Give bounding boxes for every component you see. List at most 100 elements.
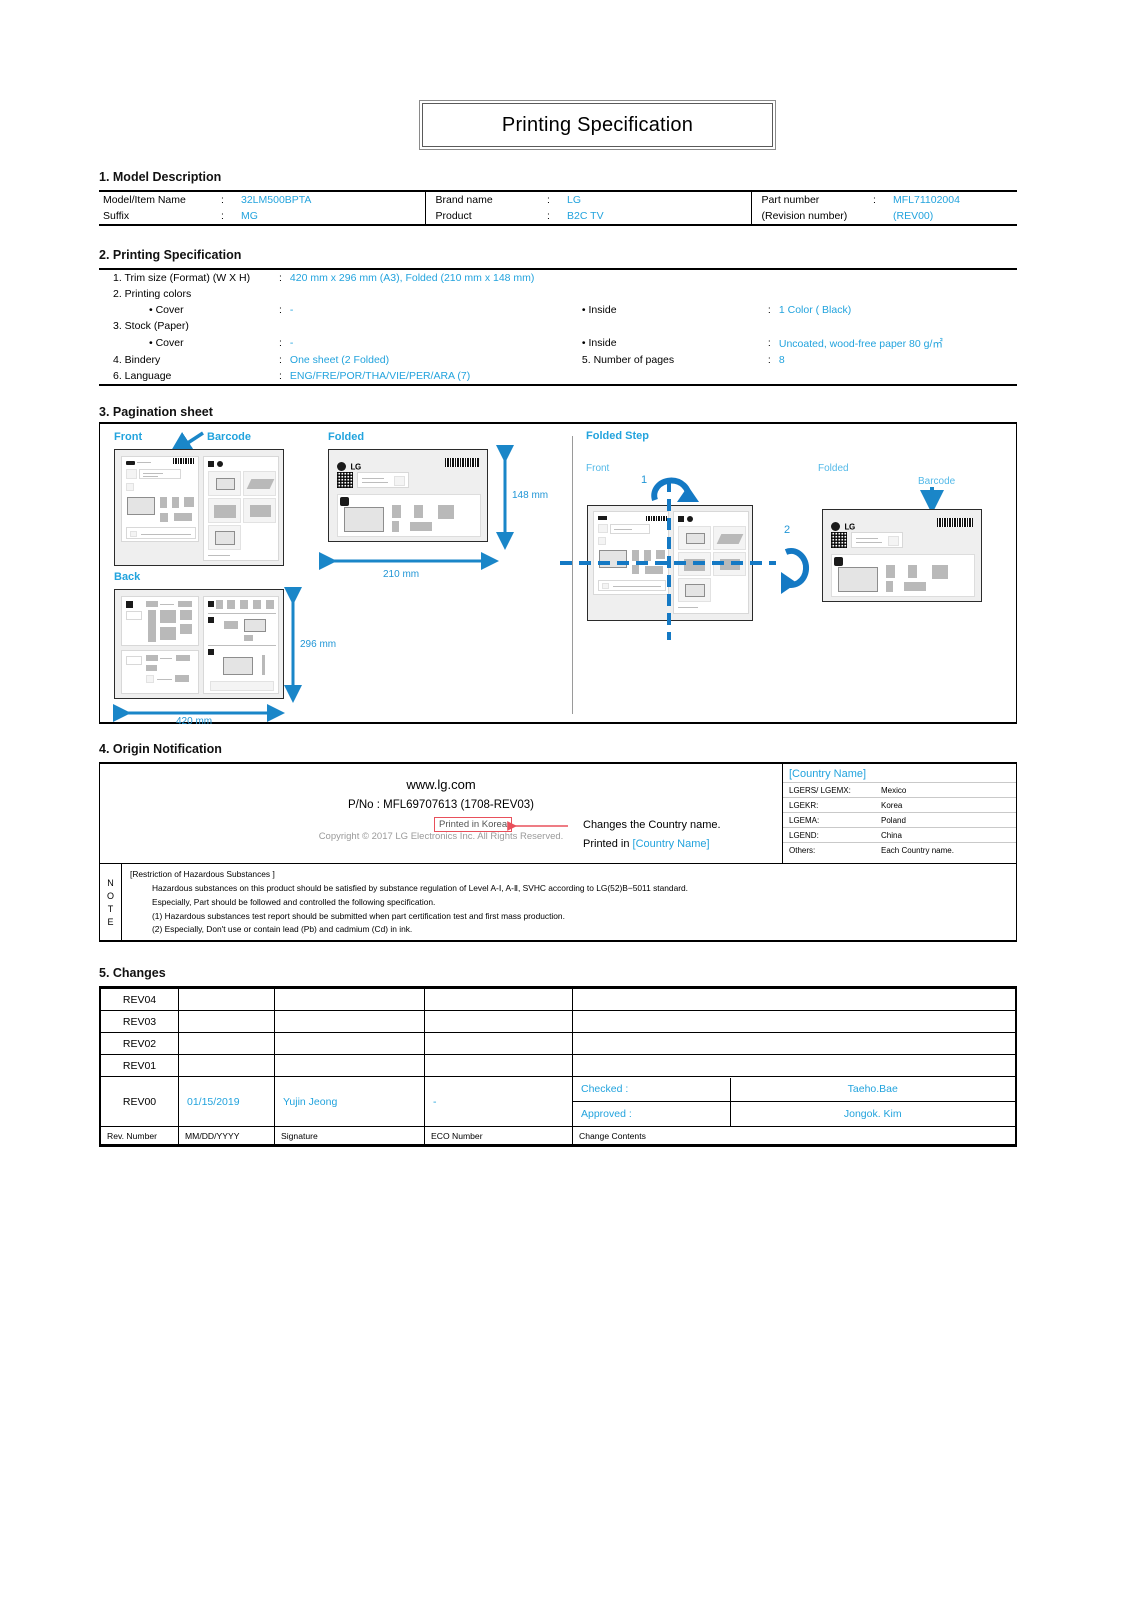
footer-date: MM/DD/YYYY: [178, 1126, 275, 1145]
note-title: [Restriction of Hazardous Substances ]: [130, 869, 275, 879]
printing-specification-page: Printing Specification 1. Model Descript…: [0, 0, 1132, 1601]
bindery-sep: :: [279, 354, 282, 366]
table-row: 3. Stock (Paper): [99, 318, 1017, 334]
table-row: REV03: [100, 1010, 1016, 1033]
rev00-signature: Yujin Jeong: [274, 1076, 425, 1127]
country-key: LGERS/ LGEMX:: [789, 785, 851, 795]
rev-label: REV03: [100, 1010, 179, 1033]
pages-value: 8: [778, 354, 785, 366]
table-row: Suffix : MG Product : B2C TV (Revision n…: [99, 208, 1017, 224]
rev-signature: [274, 1054, 425, 1077]
origin-notification-panel: www.lg.com P/No : MFL69707613 (1708-REV0…: [99, 762, 1017, 942]
table-row: • Cover : - • Inside : Uncoated, wood-fr…: [99, 334, 1017, 352]
brand-name-label: Brand name: [435, 194, 493, 206]
approved-row: Approved : Jongok. Kim: [573, 1101, 1015, 1126]
table-row: 4. Bindery : One sheet (2 Folded) 5. Num…: [99, 352, 1017, 368]
printed-in-country-note: Printed in [Country Name]: [583, 838, 710, 850]
brand-name-sep: :: [547, 194, 550, 206]
note-line: Hazardous substances on this product sho…: [152, 882, 688, 893]
section-1-heading: 1. Model Description: [99, 170, 222, 184]
origin-sample-artwork: www.lg.com P/No : MFL69707613 (1708-REV0…: [100, 764, 783, 863]
suffix-label: Suffix: [103, 210, 130, 222]
change-country-note: Changes the Country name.: [583, 819, 721, 831]
rev-date: [178, 1032, 275, 1055]
pages-sep: :: [767, 354, 771, 366]
rev00-eco: -: [424, 1076, 573, 1127]
bindery-label: 4. Bindery: [113, 354, 161, 366]
rev00-date: 01/15/2019: [178, 1076, 275, 1127]
rev-label: REV02: [100, 1032, 179, 1055]
approved-label: Approved :: [573, 1101, 731, 1126]
approved-value: Jongok. Kim: [843, 1107, 902, 1120]
colors-inside-sep: :: [767, 304, 771, 316]
stock-cover-sep: :: [279, 337, 282, 349]
country-name-title: [Country Name]: [789, 768, 867, 780]
rev-contents: [572, 1032, 1016, 1055]
rev-eco: [424, 1054, 573, 1077]
note-line: Especially, Part should be followed and …: [152, 896, 436, 907]
stock-inside-label: • Inside: [581, 337, 617, 349]
note-content: [Restriction of Hazardous Substances ] H…: [122, 864, 1016, 942]
table-row: LGERS/ LGEMX: Mexico: [783, 782, 1016, 797]
printing-specification-table: 1. Trim size (Format) (W X H) : 420 mm x…: [99, 268, 1017, 386]
rev00-approvals: Checked : Taeho.Bae Approved : Jongok. K…: [572, 1076, 1016, 1127]
country-key: LGEMA:: [789, 815, 820, 825]
table-row: REV04: [100, 988, 1016, 1011]
changes-table: REV04 REV03 REV02 REV01 REV00 01/15/2019…: [99, 986, 1017, 1147]
document-title-box: Printing Specification: [419, 100, 776, 150]
checked-row: Checked : Taeho.Bae: [573, 1077, 1015, 1102]
colors-cover-label: • Cover: [149, 304, 184, 316]
printed-in-prefix: Printed in: [583, 838, 633, 850]
note-line: (1) Hazardous substances test report sho…: [152, 910, 565, 921]
country-value: Poland: [881, 815, 906, 825]
rev-signature: [274, 988, 425, 1011]
qr-code-step-icon: [831, 532, 847, 548]
rev-eco: [424, 1010, 573, 1033]
colors-inside-value: 1 Color ( Black): [778, 304, 852, 316]
table-row: LGEKR: Korea: [783, 797, 1016, 812]
rev-label: REV04: [100, 988, 179, 1011]
revision-number-label: (Revision number): [761, 210, 848, 222]
footer-contents: Change Contents: [572, 1126, 1016, 1145]
rev-signature: [274, 1010, 425, 1033]
model-name-sep: :: [221, 194, 224, 206]
origin-top-row: www.lg.com P/No : MFL69707613 (1708-REV0…: [100, 764, 1016, 864]
table-row-rev00: REV00 01/15/2019 Yujin Jeong - Checked :…: [100, 1076, 1016, 1127]
product-sep: :: [547, 210, 550, 222]
model-description-table: Model/Item Name : 32LM500BPTA Brand name…: [99, 190, 1017, 226]
product-value: B2C TV: [563, 208, 752, 224]
table-row: REV01: [100, 1054, 1016, 1077]
revision-number-value: (REV00): [893, 210, 934, 222]
suffix-sep: :: [221, 210, 224, 222]
checked-label: Checked :: [573, 1077, 731, 1102]
colors-cover-sep: :: [279, 304, 282, 316]
section-4-heading: 4. Origin Notification: [99, 742, 222, 756]
language-label: 6. Language: [113, 370, 172, 382]
rev-date: [178, 988, 275, 1011]
rev-date: [178, 1010, 275, 1033]
checked-value: Taeho.Bae: [730, 1077, 1015, 1102]
country-key: LGEKR:: [789, 800, 819, 810]
country-name-placeholder: [Country Name]: [632, 838, 710, 850]
printing-colors-label: 2. Printing colors: [113, 288, 192, 300]
language-value: ENG/FRE/POR/THA/VIE/PER/ARA (7): [289, 370, 471, 382]
step-folded-thumbnail: LG: [822, 509, 982, 602]
rev-contents: [572, 988, 1016, 1011]
stock-paper-label: 3. Stock (Paper): [113, 320, 189, 332]
stock-cover-value: -: [289, 337, 294, 349]
suffix-value: MG: [237, 208, 426, 224]
rev-eco: [424, 988, 573, 1011]
product-label: Product: [435, 210, 472, 222]
stock-inside-value: Uncoated, wood-free paper 80 g/㎡: [778, 337, 943, 350]
pages-label: 5. Number of pages: [581, 354, 675, 366]
country-key: Others:: [789, 845, 816, 855]
note-vertical-tag: NOTE: [100, 864, 122, 942]
table-row: 2. Printing colors: [99, 286, 1017, 302]
section-2-heading: 2. Printing Specification: [99, 248, 242, 262]
rev-signature: [274, 1032, 425, 1055]
note-row: NOTE [Restriction of Hazardous Substance…: [100, 864, 1016, 942]
barcode-step-folded-icon: [937, 518, 973, 527]
table-row: LGEND: China: [783, 827, 1016, 842]
section-3-heading: 3. Pagination sheet: [99, 405, 213, 419]
rev00-label: REV00: [100, 1076, 179, 1127]
